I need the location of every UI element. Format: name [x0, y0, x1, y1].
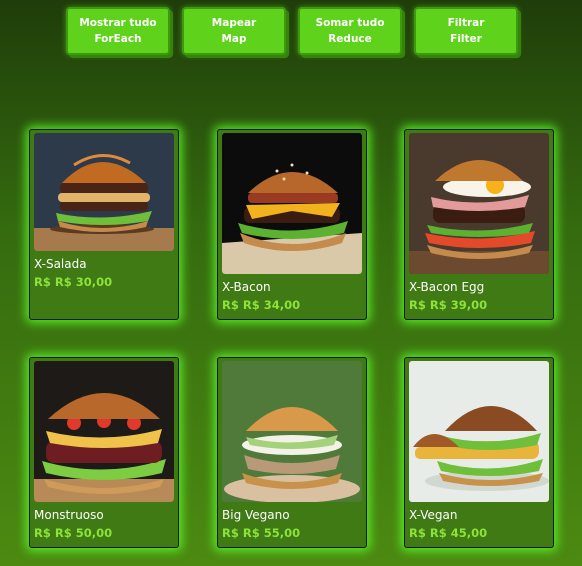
action-button-bar: Mostrar tudo ForEach Mapear Map Somar tu… — [0, 7, 582, 59]
product-card: Big Vegano R$ R$ 55,00 — [217, 357, 367, 548]
burger-image — [34, 133, 174, 251]
filter-button[interactable]: Filtrar Filter — [414, 7, 518, 55]
product-price: R$ R$ 50,00 — [34, 526, 113, 540]
product-name: X-Salada — [34, 257, 87, 271]
product-card: X-Salada R$ R$ 30,00 — [29, 129, 179, 320]
button-label-line1: Filtrar — [447, 17, 485, 29]
product-price: R$ R$ 55,00 — [222, 526, 301, 540]
product-name: Big Vegano — [222, 508, 290, 522]
product-name: Monstruoso — [34, 508, 104, 522]
map-button[interactable]: Mapear Map — [182, 7, 286, 55]
button-label-line2: Filter — [450, 33, 482, 45]
button-label-line2: ForEach — [94, 33, 142, 45]
show-all-foreach-button[interactable]: Mostrar tudo ForEach — [66, 7, 170, 55]
product-name: X-Vegan — [409, 508, 458, 522]
burger-image — [409, 133, 549, 274]
product-price: R$ R$ 34,00 — [222, 298, 301, 312]
burger-image — [222, 361, 362, 502]
product-price: R$ R$ 30,00 — [34, 275, 113, 289]
product-card: X-Bacon R$ R$ 34,00 — [217, 129, 367, 320]
product-card: X-Bacon Egg R$ R$ 39,00 — [404, 129, 554, 320]
product-price: R$ R$ 39,00 — [409, 298, 488, 312]
sum-all-reduce-button[interactable]: Somar tudo Reduce — [298, 7, 402, 55]
button-label-line1: Mapear — [211, 17, 257, 29]
product-card: Monstruoso R$ R$ 50,00 — [29, 357, 179, 548]
product-price: R$ R$ 45,00 — [409, 526, 488, 540]
button-label-line1: Mostrar tudo — [79, 17, 157, 29]
button-label-line1: Somar tudo — [315, 17, 385, 29]
burger-image — [34, 361, 174, 502]
burger-image — [409, 361, 549, 502]
product-card: X-Vegan R$ R$ 45,00 — [404, 357, 554, 548]
button-label-line2: Map — [221, 33, 247, 45]
button-label-line2: Reduce — [328, 33, 372, 45]
burger-image — [222, 133, 362, 274]
product-name: X-Bacon — [222, 280, 271, 294]
product-name: X-Bacon Egg — [409, 280, 485, 294]
